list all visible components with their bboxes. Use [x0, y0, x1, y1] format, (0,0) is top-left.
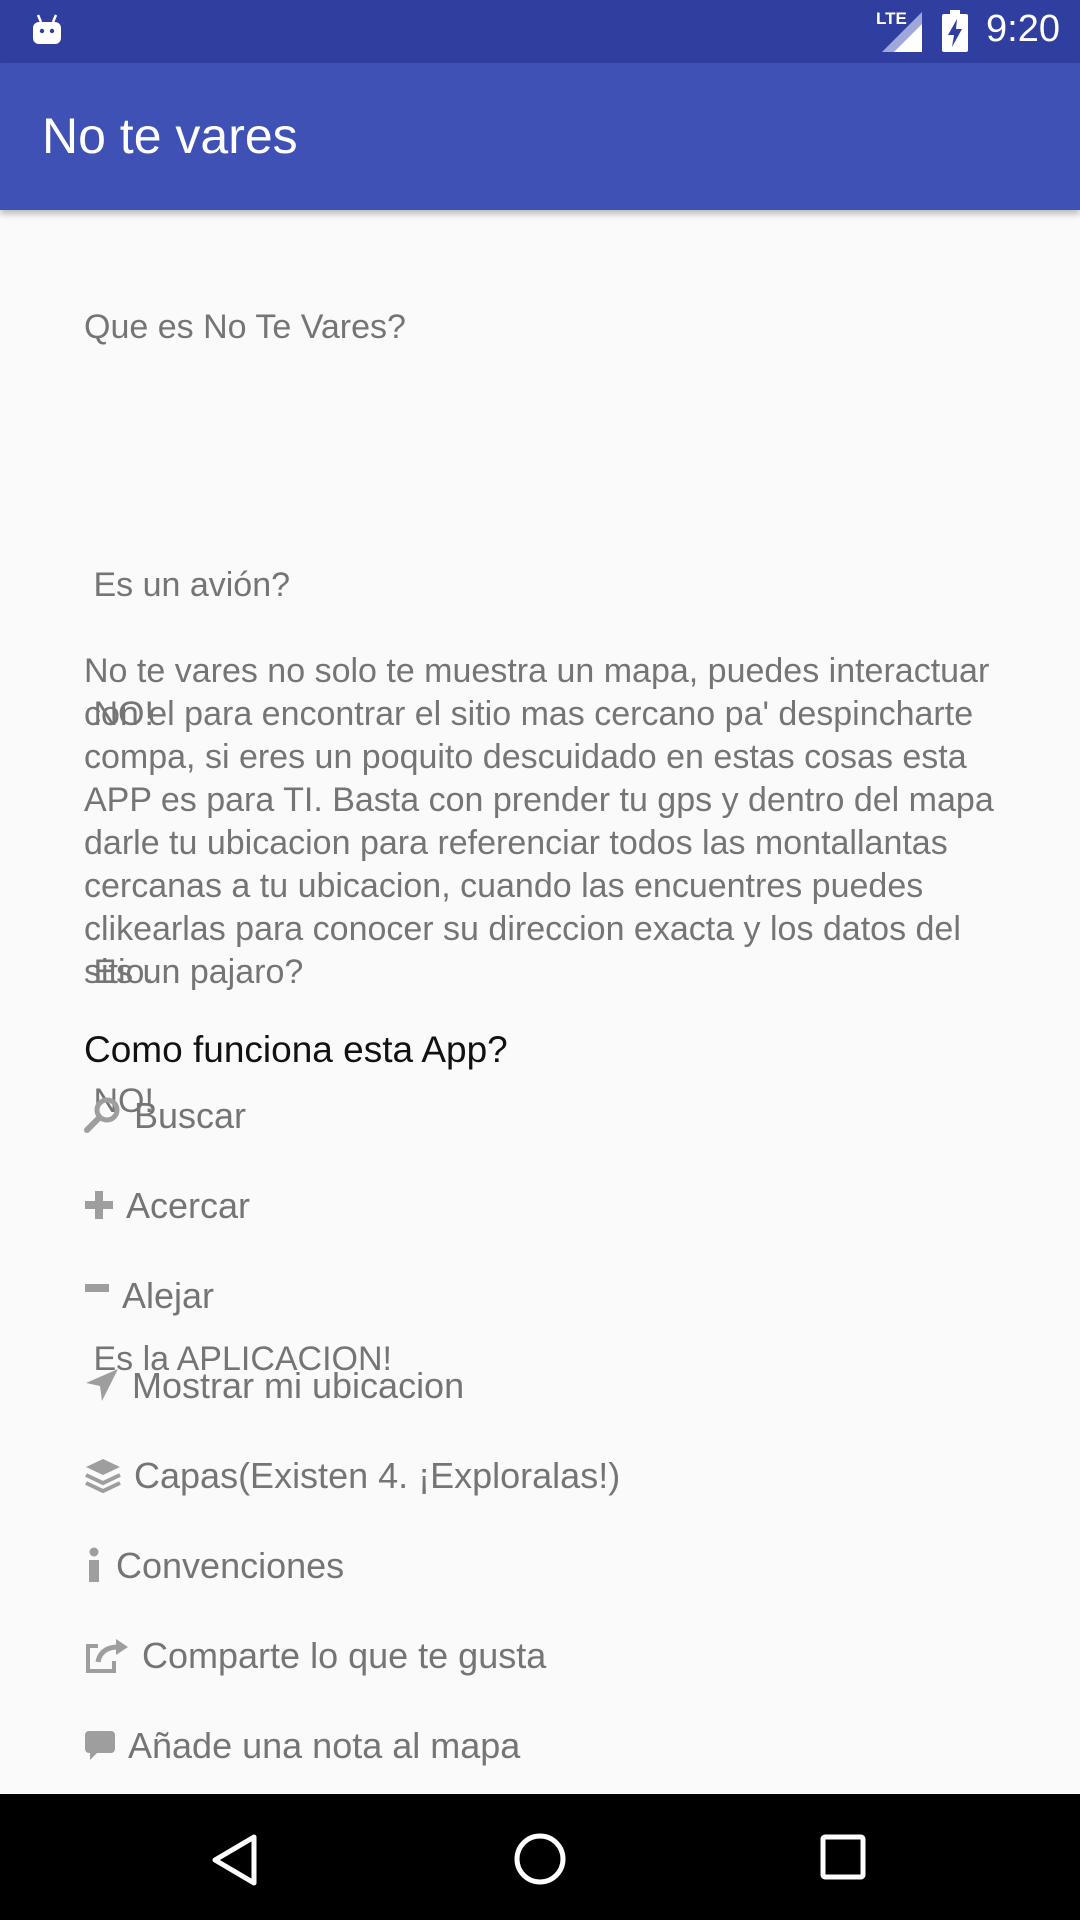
help-item-label: Buscar [134, 1094, 247, 1136]
help-item-label: Convenciones [116, 1544, 345, 1586]
help-item-add-note: Añade una nota al mapa [84, 1715, 520, 1775]
share-icon [86, 1639, 128, 1673]
android-icon [33, 14, 61, 44]
help-item-conventions: Convenciones [84, 1535, 344, 1595]
help-item-zoom-out: Alejar [84, 1265, 214, 1325]
search-icon [84, 1097, 120, 1133]
help-item-my-location: Mostrar mi ubicacion [84, 1355, 464, 1415]
help-item-layers: Capas(Existen 4. ¡Exploralas!) [84, 1445, 620, 1505]
help-item-label: Añade una nota al mapa [128, 1724, 521, 1766]
app-bar: No te vares [0, 63, 1080, 210]
help-item-zoom-in: Acercar [84, 1175, 250, 1235]
help-item-label: Alejar [122, 1274, 215, 1316]
help-item-label: Mostrar mi ubicacion [132, 1364, 465, 1406]
help-item-label: Comparte lo que te gusta [142, 1634, 547, 1676]
intro-line: Es un avión? [84, 566, 291, 604]
help-item-share: Comparte lo que te gusta [84, 1625, 546, 1685]
info-icon [89, 1547, 99, 1582]
layers-icon [85, 1459, 121, 1494]
intro-line: Que es No Te Vares? [84, 308, 406, 346]
minus-icon [85, 1284, 109, 1292]
help-item-label: Capas(Existen 4. ¡Exploralas!) [134, 1454, 621, 1496]
home-button[interactable] [513, 1832, 567, 1886]
help-item-search: Buscar [84, 1085, 246, 1145]
app-title: No te vares [42, 108, 298, 164]
comment-icon [85, 1731, 115, 1760]
navigation-bar [0, 1794, 1080, 1920]
recents-button[interactable] [820, 1834, 866, 1880]
description-text: No te vares no solo te muestra un mapa, … [84, 652, 994, 991]
clock: 9:20 [986, 8, 1060, 50]
status-bar: LTE 9:20 [0, 0, 1080, 63]
help-item-label: Acercar [126, 1184, 251, 1226]
location-arrow-icon [86, 1369, 118, 1401]
plus-icon [85, 1191, 113, 1219]
intro-line [84, 435, 1004, 478]
network-label: LTE [876, 9, 907, 28]
battery-charging-icon [942, 10, 968, 52]
section-title: Como funciona esta App? [84, 1029, 508, 1070]
back-button[interactable] [210, 1834, 260, 1886]
